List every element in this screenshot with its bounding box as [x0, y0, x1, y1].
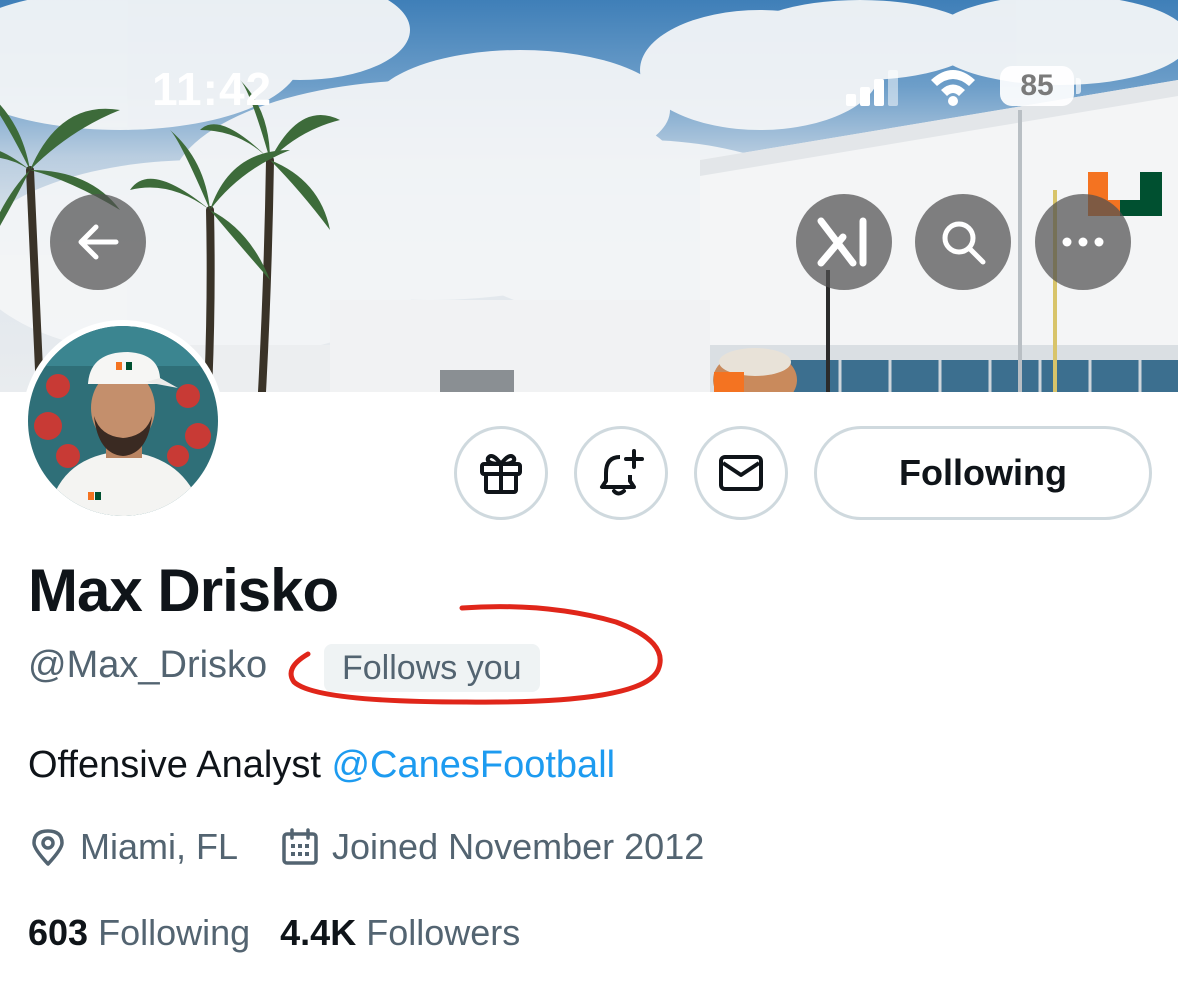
- more-icon: [1062, 237, 1104, 247]
- following-count: 603: [28, 912, 89, 953]
- battery-cap: [1076, 78, 1081, 94]
- profile-bio: Offensive Analyst @CanesFootball: [28, 744, 615, 787]
- envelope-icon: [719, 455, 763, 491]
- following-label: Following: [98, 912, 251, 953]
- location-pin-icon: [32, 829, 64, 866]
- calendar-icon: [282, 828, 318, 865]
- following-button[interactable]: Following: [814, 426, 1152, 520]
- red-circle-annotation: [288, 604, 663, 705]
- signal-icon: [846, 70, 898, 106]
- bio-mention-link[interactable]: @CanesFootball: [331, 744, 615, 786]
- gift-icon: [480, 454, 522, 494]
- grok-button[interactable]: [796, 194, 892, 290]
- profile-meta: Miami, FL Joined November 2012: [28, 826, 704, 868]
- followers-stat-link[interactable]: 4.4K Followers: [280, 912, 520, 954]
- location-item: Miami, FL: [28, 826, 238, 868]
- stadium-banner-image: [0, 0, 1178, 392]
- bell-plus-icon: [600, 449, 644, 496]
- battery-indicator: 85: [1000, 66, 1074, 106]
- back-button[interactable]: [50, 194, 146, 290]
- search-button[interactable]: [915, 194, 1011, 290]
- more-button[interactable]: [1035, 194, 1131, 290]
- status-time: 11:42: [152, 63, 273, 115]
- avatar[interactable]: [22, 320, 224, 522]
- joined-text: Joined November 2012: [332, 826, 705, 867]
- profile-handle: @Max_Drisko: [28, 644, 268, 686]
- follow-stats: 603 Following 4.4K Followers: [28, 912, 520, 954]
- followers-count: 4.4K: [280, 912, 357, 953]
- joined-item: Joined November 2012: [280, 826, 704, 868]
- location-text: Miami, FL: [80, 826, 239, 867]
- message-button[interactable]: [694, 426, 788, 520]
- arrow-left-icon: [78, 224, 119, 260]
- gift-button[interactable]: [454, 426, 548, 520]
- bio-text: Offensive Analyst: [28, 744, 332, 786]
- avatar-image: [28, 326, 218, 516]
- following-stat-link[interactable]: 603 Following: [28, 912, 250, 954]
- wifi-icon: [931, 70, 975, 106]
- grok-icon: [817, 217, 867, 267]
- notify-button[interactable]: [574, 426, 668, 520]
- profile-banner[interactable]: 11:42 85: [0, 0, 1178, 392]
- followers-label: Followers: [366, 912, 521, 953]
- search-icon: [942, 221, 986, 265]
